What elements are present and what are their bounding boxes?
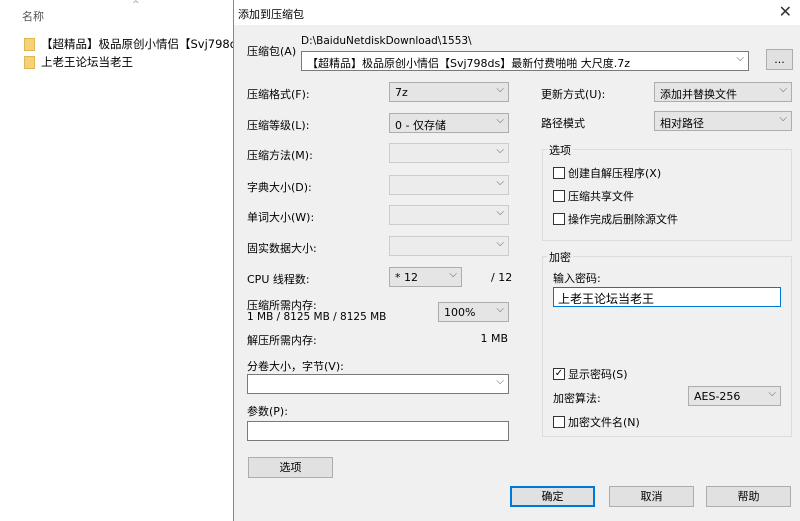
chevron-down-icon: ⌵ <box>496 145 504 156</box>
delete-source-label: 操作完成后删除源文件 <box>568 213 678 226</box>
archive-name-combo[interactable]: 【超精品】极品原创小情侣【Svj798ds】最新付费啪啪 大尺度.7z ⌵ <box>301 51 749 71</box>
enc-method-select[interactable]: AES-256 ⌵ <box>688 386 781 406</box>
update-label: 更新方式(U): <box>541 88 606 101</box>
show-password-checkbox[interactable]: ✓ 显示密码(S) <box>553 366 628 382</box>
file-name: 【超精品】极品原创小情侣【Svj798ds... <box>41 37 255 51</box>
folder-icon <box>24 37 35 51</box>
file-name: 上老王论坛当老王 <box>41 55 133 69</box>
format-select[interactable]: 7z ⌵ <box>389 82 509 102</box>
ok-button[interactable]: 确定 <box>510 486 595 507</box>
pathmode-select[interactable]: 相对路径 ⌵ <box>654 111 792 131</box>
checkbox-icon <box>553 190 565 202</box>
archive-path: D:\BaiduNetdiskDownload\1553\ <box>301 35 472 47</box>
mem-decomp-label: 解压所需内存: <box>247 334 317 347</box>
chevron-down-icon: ⌵ <box>736 53 744 64</box>
help-button[interactable]: 帮助 <box>706 486 791 507</box>
chevron-down-icon: ⌵ <box>496 304 504 315</box>
update-select[interactable]: 添加并替换文件 ⌵ <box>654 82 792 102</box>
mem-decomp-value: 1 MB <box>480 332 508 345</box>
shared-checkbox[interactable]: 压缩共享文件 <box>553 188 634 204</box>
chevron-down-icon: ⌵ <box>496 376 504 387</box>
cpu-select[interactable]: * 12 ⌵ <box>389 267 462 287</box>
update-value: 添加并替换文件 <box>660 88 737 101</box>
checkbox-icon <box>553 213 565 225</box>
browse-button[interactable]: ... <box>766 49 793 70</box>
word-label: 单词大小(W): <box>247 211 315 224</box>
chevron-down-icon: ⌵ <box>779 113 787 124</box>
chevron-down-icon: ⌵ <box>449 269 457 280</box>
chevron-down-icon: ⌵ <box>768 388 776 399</box>
check-icon: ✓ <box>553 368 565 380</box>
sort-up-icon: ^ <box>132 0 140 10</box>
params-input[interactable] <box>247 421 509 441</box>
checkbox-icon <box>553 416 565 428</box>
show-password-label: 显示密码(S) <box>568 368 628 381</box>
add-to-archive-dialog: 添加到压缩包 ✕ 压缩包(A) D:\BaiduNetdiskDownload\… <box>233 0 800 521</box>
mem-percent-value: 100% <box>444 306 476 319</box>
checkbox-icon <box>553 167 565 179</box>
dialog-title: 添加到压缩包 <box>234 0 800 25</box>
options-button[interactable]: 选项 <box>248 457 333 478</box>
mem-percent-select[interactable]: 100% ⌵ <box>438 302 509 322</box>
cpu-value: * 12 <box>395 271 418 284</box>
chevron-down-icon: ⌵ <box>496 177 504 188</box>
params-label: 参数(P): <box>247 405 288 418</box>
encryption-group-title: 加密 <box>547 249 573 265</box>
chevron-down-icon: ⌵ <box>496 238 504 249</box>
folder-icon <box>24 55 35 69</box>
pathmode-value: 相对路径 <box>660 117 704 130</box>
sfx-label: 创建自解压程序(X) <box>568 167 662 180</box>
volume-combo[interactable]: ⌵ <box>247 374 509 394</box>
password-input[interactable]: 上老王论坛当老王 <box>553 287 781 307</box>
shared-label: 压缩共享文件 <box>568 190 634 203</box>
level-select[interactable]: 0 - 仅存储 ⌵ <box>389 113 509 133</box>
options-group-title: 选项 <box>547 142 573 158</box>
enc-method-value: AES-256 <box>694 390 741 403</box>
solid-select: ⌵ <box>389 236 509 256</box>
method-select: ⌵ <box>389 143 509 163</box>
dict-label: 字典大小(D): <box>247 181 312 194</box>
solid-label: 固实数据大小: <box>247 242 317 255</box>
level-label: 压缩等级(L): <box>247 119 310 132</box>
archive-name: 【超精品】极品原创小情侣【Svj798ds】最新付费啪啪 大尺度.7z <box>307 57 631 70</box>
level-value: 0 - 仅存储 <box>395 119 446 132</box>
close-icon[interactable]: ✕ <box>779 2 792 21</box>
chevron-down-icon: ⌵ <box>496 207 504 218</box>
column-header-name[interactable]: 名称 <box>22 8 44 24</box>
cancel-button[interactable]: 取消 <box>609 486 694 507</box>
format-label: 压缩格式(F): <box>247 88 310 101</box>
dict-select: ⌵ <box>389 175 509 195</box>
pathmode-label: 路径模式 <box>541 117 585 130</box>
cpu-label: CPU 线程数: <box>247 273 310 286</box>
format-value: 7z <box>395 86 408 99</box>
chevron-down-icon: ⌵ <box>496 84 504 95</box>
file-item[interactable]: 【超精品】极品原创小情侣【Svj798ds... <box>24 36 254 52</box>
password-label: 输入密码: <box>553 272 601 285</box>
archive-label: 压缩包(A) <box>247 45 297 58</box>
file-item[interactable]: 上老王论坛当老王 <box>24 54 133 70</box>
chevron-down-icon: ⌵ <box>779 84 787 95</box>
sfx-checkbox[interactable]: 创建自解压程序(X) <box>553 165 661 181</box>
encrypt-names-label: 加密文件名(N) <box>568 416 640 429</box>
volume-label: 分卷大小，字节(V): <box>247 360 344 373</box>
word-select: ⌵ <box>389 205 509 225</box>
mem-comp-value: 1 MB / 8125 MB / 8125 MB <box>247 311 387 323</box>
enc-method-label: 加密算法: <box>553 392 601 405</box>
cpu-max: / 12 <box>491 271 513 284</box>
delete-source-checkbox[interactable]: 操作完成后删除源文件 <box>553 211 678 227</box>
encrypt-names-checkbox[interactable]: 加密文件名(N) <box>553 414 640 430</box>
chevron-down-icon: ⌵ <box>496 115 504 126</box>
method-label: 压缩方法(M): <box>247 149 313 162</box>
